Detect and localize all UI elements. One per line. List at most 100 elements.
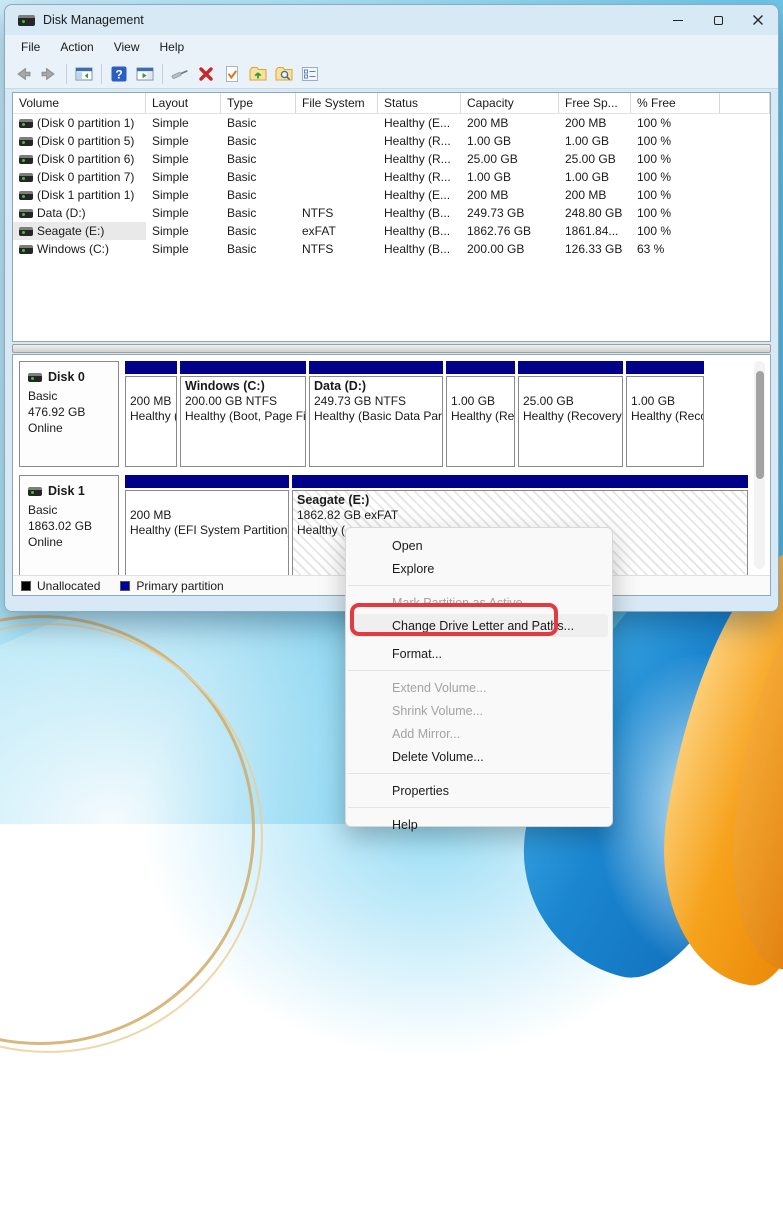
show-action-pane-button[interactable] (133, 62, 157, 86)
menu-action[interactable]: Action (50, 37, 103, 57)
folder-explore-icon (274, 64, 294, 84)
menu-item-extend-volume: Extend Volume... (350, 676, 608, 699)
volume-name: Seagate (E:) (37, 222, 104, 240)
disk-1-label[interactable]: Disk 1 Basic 1863.02 GB Online (19, 475, 119, 577)
titlebar[interactable]: Disk Management (5, 5, 778, 35)
screwdriver-button[interactable] (168, 62, 192, 86)
partition-block[interactable]: 1.00 GBHealthy (Recovery Partition) (446, 361, 515, 467)
folder-open-icon (248, 64, 268, 84)
disk-name: Disk 0 (48, 369, 85, 385)
menu-item-format[interactable]: Format... (350, 642, 608, 665)
type-cell: Basic (221, 168, 296, 186)
partition-health: Healthy ( (297, 523, 345, 537)
back-button[interactable] (11, 62, 35, 86)
column-header-filesystem[interactable]: File System (296, 93, 378, 113)
pct-cell: 100 % (631, 186, 720, 204)
maximize-button[interactable] (698, 5, 738, 35)
column-header-blank (720, 93, 770, 113)
partition-health: Healthy (Basic Data Partition) (314, 409, 443, 423)
properties-button[interactable] (298, 62, 322, 86)
maximize-icon (714, 16, 723, 25)
capacity-cell: 249.73 GB (461, 204, 559, 222)
scrollbar-thumb[interactable] (756, 371, 764, 479)
properties-icon (300, 64, 320, 84)
menu-item-properties[interactable]: Properties (350, 779, 608, 802)
pct-cell: 100 % (631, 222, 720, 240)
table-row[interactable]: (Disk 1 partition 1) Simple Basic Health… (13, 186, 770, 204)
partition-health: Healthy (EFI System Partition) (130, 523, 289, 537)
menu-separator (348, 807, 610, 808)
pct-cell: 63 % (631, 240, 720, 258)
table-header: Volume Layout Type File System Status Ca… (13, 93, 770, 114)
fs-cell (296, 132, 378, 150)
table-row-selected[interactable]: Seagate (E:) Simple Basic exFAT Healthy … (13, 222, 770, 240)
legend-primary-swatch (120, 581, 130, 591)
column-header-capacity[interactable]: Capacity (461, 93, 559, 113)
minimize-button[interactable] (658, 5, 698, 35)
disk-kind: Basic (28, 502, 110, 518)
folder-open-button[interactable] (246, 62, 270, 86)
menu-item-shrink-volume: Shrink Volume... (350, 699, 608, 722)
menu-item-change-drive-letter[interactable]: Change Drive Letter and Paths... (350, 614, 608, 637)
delete-partition-button[interactable] (194, 62, 218, 86)
menu-file[interactable]: File (11, 37, 50, 57)
partition-block[interactable]: 1.00 GBHealthy (Recovery Partition) (626, 361, 704, 467)
table-row[interactable]: Windows (C:) Simple Basic NTFS Healthy (… (13, 240, 770, 258)
partition-size: 1.00 GB (451, 394, 495, 408)
show-console-tree-button[interactable] (72, 62, 96, 86)
table-row[interactable]: (Disk 0 partition 7) Simple Basic Health… (13, 168, 770, 186)
capacity-cell: 25.00 GB (461, 150, 559, 168)
column-header-volume[interactable]: Volume (13, 93, 146, 113)
status-cell: Healthy (E... (378, 114, 461, 132)
menu-item-open[interactable]: Open (350, 534, 608, 557)
app-disk-icon (18, 15, 35, 26)
menu-item-delete-volume[interactable]: Delete Volume... (350, 745, 608, 768)
help-button[interactable]: ? (107, 62, 131, 86)
menu-help[interactable]: Help (150, 37, 195, 57)
forward-button[interactable] (37, 62, 61, 86)
folder-explore-button[interactable] (272, 62, 296, 86)
disk-0-row: Disk 0 Basic 476.92 GB Online 200 MBHeal… (19, 361, 748, 467)
fs-cell (296, 150, 378, 168)
partition-size: 1862.82 GB exFAT (297, 508, 398, 522)
volume-icon (19, 245, 33, 254)
partition-health: Healthy (Recovery Partition) (451, 409, 515, 423)
partition-color-strip (626, 361, 704, 374)
partition-block[interactable]: Data (D:)249.73 GB NTFSHealthy (Basic Da… (309, 361, 443, 467)
pane-splitter[interactable] (12, 344, 771, 353)
table-row[interactable]: Data (D:) Simple Basic NTFS Healthy (B..… (13, 204, 770, 222)
table-row[interactable]: (Disk 0 partition 1) Simple Basic Health… (13, 114, 770, 132)
column-header-type[interactable]: Type (221, 93, 296, 113)
vertical-scrollbar[interactable] (754, 361, 765, 569)
partition-block[interactable]: Windows (C:)200.00 GB NTFSHealthy (Boot,… (180, 361, 306, 467)
fs-cell (296, 114, 378, 132)
volume-icon (19, 209, 33, 218)
column-header-pctfree[interactable]: % Free (631, 93, 720, 113)
close-button[interactable] (738, 5, 778, 35)
partition-color-strip (125, 361, 177, 374)
free-cell: 200 MB (559, 186, 631, 204)
disk-size: 1863.02 GB (28, 518, 110, 534)
menu-item-explore[interactable]: Explore (350, 557, 608, 580)
column-header-status[interactable]: Status (378, 93, 461, 113)
type-cell: Basic (221, 150, 296, 168)
partition-block[interactable]: 25.00 GBHealthy (Recovery Partition) (518, 361, 623, 467)
menu-view[interactable]: View (104, 37, 150, 57)
partition-block[interactable]: 200 MBHealthy (EFI System Partition) (125, 475, 289, 577)
status-cell: Healthy (R... (378, 150, 461, 168)
capacity-cell: 200.00 GB (461, 240, 559, 258)
window-title: Disk Management (43, 13, 144, 27)
table-row[interactable]: (Disk 0 partition 6) Simple Basic Health… (13, 150, 770, 168)
svg-text:?: ? (115, 67, 122, 81)
disk-0-label[interactable]: Disk 0 Basic 476.92 GB Online (19, 361, 119, 467)
check-document-button[interactable] (220, 62, 244, 86)
volume-cell: (Disk 0 partition 5) (13, 132, 146, 150)
column-header-freespace[interactable]: Free Sp... (559, 93, 631, 113)
partition-block[interactable]: 200 MBHealthy (EFI System Partition) (125, 361, 177, 467)
menu-item-help[interactable]: Help (350, 813, 608, 836)
partition-health: Healthy (Recovery Partition) (523, 409, 623, 423)
fs-cell: NTFS (296, 240, 378, 258)
column-header-layout[interactable]: Layout (146, 93, 221, 113)
table-row[interactable]: (Disk 0 partition 5) Simple Basic Health… (13, 132, 770, 150)
menu-separator (348, 773, 610, 774)
